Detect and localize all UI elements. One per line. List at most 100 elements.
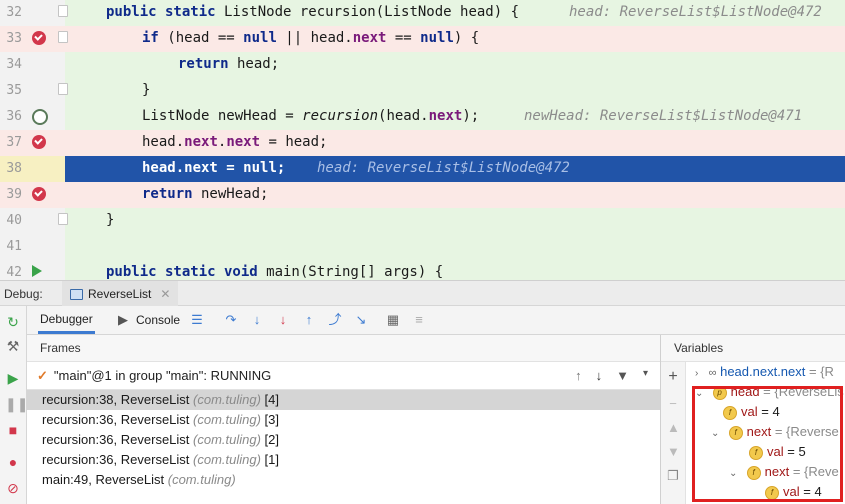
chevron-right-icon[interactable]: ›: [695, 364, 705, 384]
thread-tools: ↑ ↓ ▼ ▾: [575, 368, 648, 383]
frames-header: Frames: [27, 335, 660, 362]
copy-icon[interactable]: ❐: [667, 468, 679, 484]
wrench-icon[interactable]: ⚒: [5, 338, 21, 354]
add-watch-icon[interactable]: +: [667, 368, 679, 386]
code-line-40[interactable]: 40 }: [0, 208, 845, 234]
recursion-call-icon[interactable]: [32, 109, 48, 125]
line-number: 39: [6, 187, 22, 202]
debug-session-name: ReverseList: [88, 287, 152, 301]
line-number: 42: [6, 265, 22, 280]
run-icon[interactable]: [32, 265, 42, 277]
app-icon: [70, 288, 83, 300]
thread-label: "main"@1 in group "main": RUNNING: [53, 368, 272, 383]
line-number: 32: [6, 5, 22, 20]
watch-row[interactable]: › ∞ head.next.next = {R: [695, 362, 834, 382]
console-icon: ▶: [118, 312, 128, 327]
fold-icon[interactable]: [58, 5, 68, 17]
code-line-39[interactable]: 39 return newHead;: [0, 182, 845, 208]
down-arrow-icon[interactable]: ▼: [667, 444, 680, 459]
code-line-38-current[interactable]: 38 head.next = null; head: ReverseList$L…: [0, 156, 845, 182]
line-number: 34: [6, 57, 22, 72]
step-out-icon[interactable]: ↑: [302, 313, 316, 327]
code-line-37[interactable]: 37 head.next.next = head;: [0, 130, 845, 156]
debug-label: Debug:: [4, 287, 43, 301]
line-number: 40: [6, 213, 22, 228]
highlight-box: [692, 386, 843, 502]
rerun-icon[interactable]: ↻: [5, 314, 21, 330]
code-line-42[interactable]: 42 public static void main(String[] args…: [0, 260, 845, 280]
down-arrow-icon[interactable]: ↓: [596, 368, 603, 383]
step-over-icon[interactable]: ↷: [224, 313, 238, 327]
code-text: head.next = null;: [142, 160, 286, 176]
stack-frame-row[interactable]: recursion:36, ReverseList (com.tuling) […: [27, 450, 660, 470]
fold-icon[interactable]: [58, 213, 68, 225]
evaluate-expression-icon[interactable]: ▦: [386, 313, 400, 327]
code-text: head.next.next = head;: [142, 134, 328, 150]
drop-frame-icon[interactable]: ⤴: [328, 313, 342, 327]
line-number: 33: [6, 31, 22, 46]
tab-console-label: Console: [136, 313, 181, 327]
force-step-into-icon[interactable]: ↓: [276, 313, 290, 327]
line-number: 37: [6, 135, 22, 150]
line-number: 38: [6, 161, 22, 176]
stack-frame-row[interactable]: main:49, ReverseList (com.tuling): [27, 470, 660, 490]
frames-panel: Frames ✓ "main"@1 in group "main": RUNNI…: [27, 335, 660, 504]
up-arrow-icon[interactable]: ▲: [667, 420, 680, 435]
inline-debug-hint: head: ReverseList$ListNode@472: [317, 160, 570, 176]
pause-icon[interactable]: ❚❚: [5, 396, 28, 412]
code-line-35[interactable]: 35 }: [0, 78, 845, 104]
variables-header: Variables: [661, 335, 845, 362]
code-text: return head;: [178, 56, 280, 72]
code-text: public static ListNode recursion(ListNod…: [106, 4, 520, 20]
run-to-cursor-icon[interactable]: ↘: [354, 313, 368, 327]
code-line-34[interactable]: 34 return head;: [0, 52, 845, 78]
view-breakpoints-icon[interactable]: ●: [5, 454, 21, 470]
inline-debug-hint: newHead: ReverseList$ListNode@471: [524, 108, 803, 124]
watch-icon: ∞: [708, 367, 717, 379]
filter-icon[interactable]: ▼: [616, 368, 629, 383]
code-line-36[interactable]: 36 ListNode newHead = recursion(head.nex…: [0, 104, 845, 130]
code-line-33[interactable]: 33 if (head == null || head.next == null…: [0, 26, 845, 52]
step-into-icon[interactable]: ↓: [250, 313, 264, 327]
up-arrow-icon[interactable]: ↑: [575, 368, 582, 383]
debugger-toolbar: Debugger ▶ Console ☰ ↷ ↓ ↓ ↑ ⤴ ↘ ▦ ≡: [0, 306, 845, 335]
variables-side-toolbar: + − ▲ ▼ ❐: [661, 362, 686, 504]
check-icon: ✓: [37, 367, 48, 383]
code-line-32[interactable]: 32 public static ListNode recursion(List…: [0, 0, 845, 26]
tab-debugger-label: Debugger: [40, 311, 93, 326]
chevron-down-icon[interactable]: ▾: [643, 368, 648, 383]
code-editor[interactable]: 32 public static ListNode recursion(List…: [0, 0, 845, 280]
resume-icon[interactable]: ▶: [5, 370, 21, 386]
code-line-41[interactable]: 41: [0, 234, 845, 260]
code-text: ListNode newHead = recursion(head.next);: [142, 108, 480, 124]
line-number: 35: [6, 83, 22, 98]
line-number: 36: [6, 109, 22, 124]
trace-icon[interactable]: ≡: [412, 313, 426, 327]
stack-frame-row[interactable]: recursion:36, ReverseList (com.tuling) […: [27, 410, 660, 430]
tab-debugger[interactable]: Debugger: [38, 306, 95, 334]
stack-frame-row[interactable]: recursion:36, ReverseList (com.tuling) […: [27, 430, 660, 450]
remove-watch-icon[interactable]: −: [667, 396, 679, 411]
breakpoint-icon[interactable]: [32, 31, 46, 45]
debug-tool-window-header: Debug: ReverseList ✕: [0, 280, 845, 307]
fold-icon[interactable]: [58, 83, 68, 95]
code-text: }: [142, 82, 151, 98]
debug-session-tab[interactable]: ReverseList ✕: [62, 281, 179, 307]
code-text: }: [106, 212, 115, 228]
line-number: 41: [6, 239, 22, 254]
inline-debug-hint: head: ReverseList$ListNode@472: [569, 4, 822, 20]
fold-icon[interactable]: [58, 31, 68, 43]
debug-side-toolbar: ↻ ⚒ ▶ ❚❚ ■ ● ⊘: [0, 306, 28, 504]
menu-lines-icon[interactable]: ☰: [190, 313, 204, 327]
close-icon[interactable]: ✕: [160, 287, 170, 301]
code-text: public static void main(String[] args) {: [106, 264, 444, 280]
tab-console[interactable]: ▶ Console: [116, 306, 180, 334]
code-text: if (head == null || head.next == null) {: [142, 30, 480, 46]
stop-icon[interactable]: ■: [5, 422, 21, 438]
breakpoint-icon[interactable]: [32, 187, 46, 201]
stack-frame-row[interactable]: recursion:38, ReverseList (com.tuling) […: [27, 390, 660, 410]
breakpoint-icon[interactable]: [32, 135, 46, 149]
mute-breakpoints-icon[interactable]: ⊘: [5, 480, 21, 496]
code-text: return newHead;: [142, 186, 269, 202]
thread-selector[interactable]: ✓ "main"@1 in group "main": RUNNING ↑ ↓ …: [27, 362, 660, 390]
